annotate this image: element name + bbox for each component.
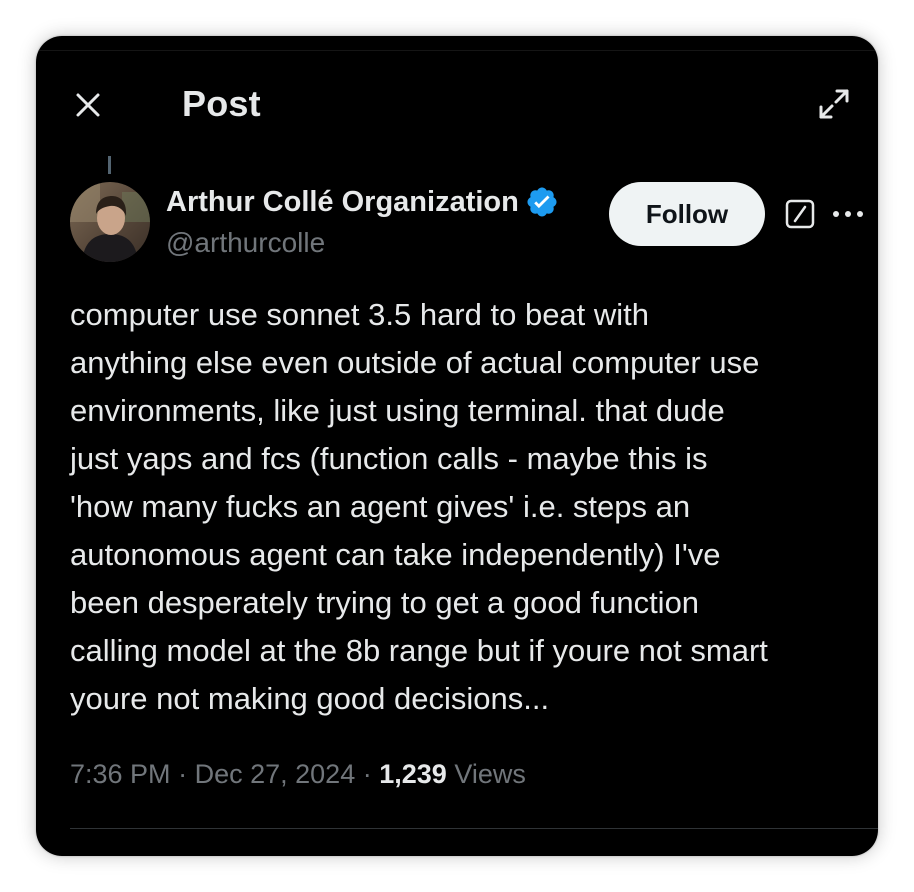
grok-button[interactable] — [782, 196, 818, 232]
grok-icon — [785, 199, 815, 229]
expand-button[interactable] — [812, 82, 856, 126]
meta-separator-2: · — [362, 759, 372, 789]
close-icon — [76, 93, 100, 117]
more-options-button[interactable] — [832, 196, 878, 232]
more-icon — [833, 211, 863, 217]
post-meta: 7:36 PM · Dec 27, 2024 · 1,239 Views — [70, 756, 526, 792]
verified-badge-icon — [527, 187, 557, 217]
post-text: computer use sonnet 3.5 hard to beat wit… — [70, 297, 768, 716]
views-label: Views — [454, 759, 526, 789]
thread-connector-line — [108, 156, 111, 174]
views-count: 1,239 — [379, 759, 447, 789]
author-name-link[interactable]: Arthur Collé Organization — [166, 184, 559, 220]
post-date[interactable]: Dec 27, 2024 — [195, 759, 356, 789]
avatar[interactable] — [70, 182, 150, 262]
bottom-divider — [70, 828, 878, 829]
author-handle[interactable]: @arthurcolle — [166, 226, 325, 260]
close-button[interactable] — [66, 83, 110, 127]
page-title: Post — [182, 83, 261, 124]
meta-separator-1: · — [178, 759, 188, 789]
post-panel: Post Arthur Collé Organization @arthurco… — [36, 36, 878, 856]
expand-icon — [819, 89, 849, 119]
top-divider — [36, 50, 878, 51]
avatar-photo — [70, 182, 150, 262]
post-time[interactable]: 7:36 PM — [70, 759, 171, 789]
follow-button[interactable]: Follow — [609, 182, 765, 246]
author-name: Arthur Collé Organization — [166, 186, 519, 218]
